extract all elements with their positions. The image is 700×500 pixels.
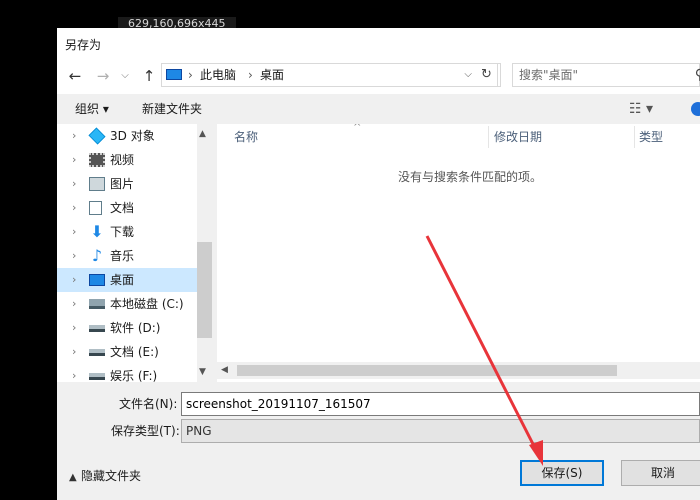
annotation-arrow	[425, 235, 543, 466]
save-as-dialog: 另存为 ← → ⌵ ↑ › 此电脑 › 桌面 ⌵ ↻ 搜索"桌面" ⚲ 组织 ▾…	[57, 28, 700, 500]
annotation-arrow-shaft	[425, 235, 537, 449]
annotation-arrow-head	[529, 440, 543, 466]
